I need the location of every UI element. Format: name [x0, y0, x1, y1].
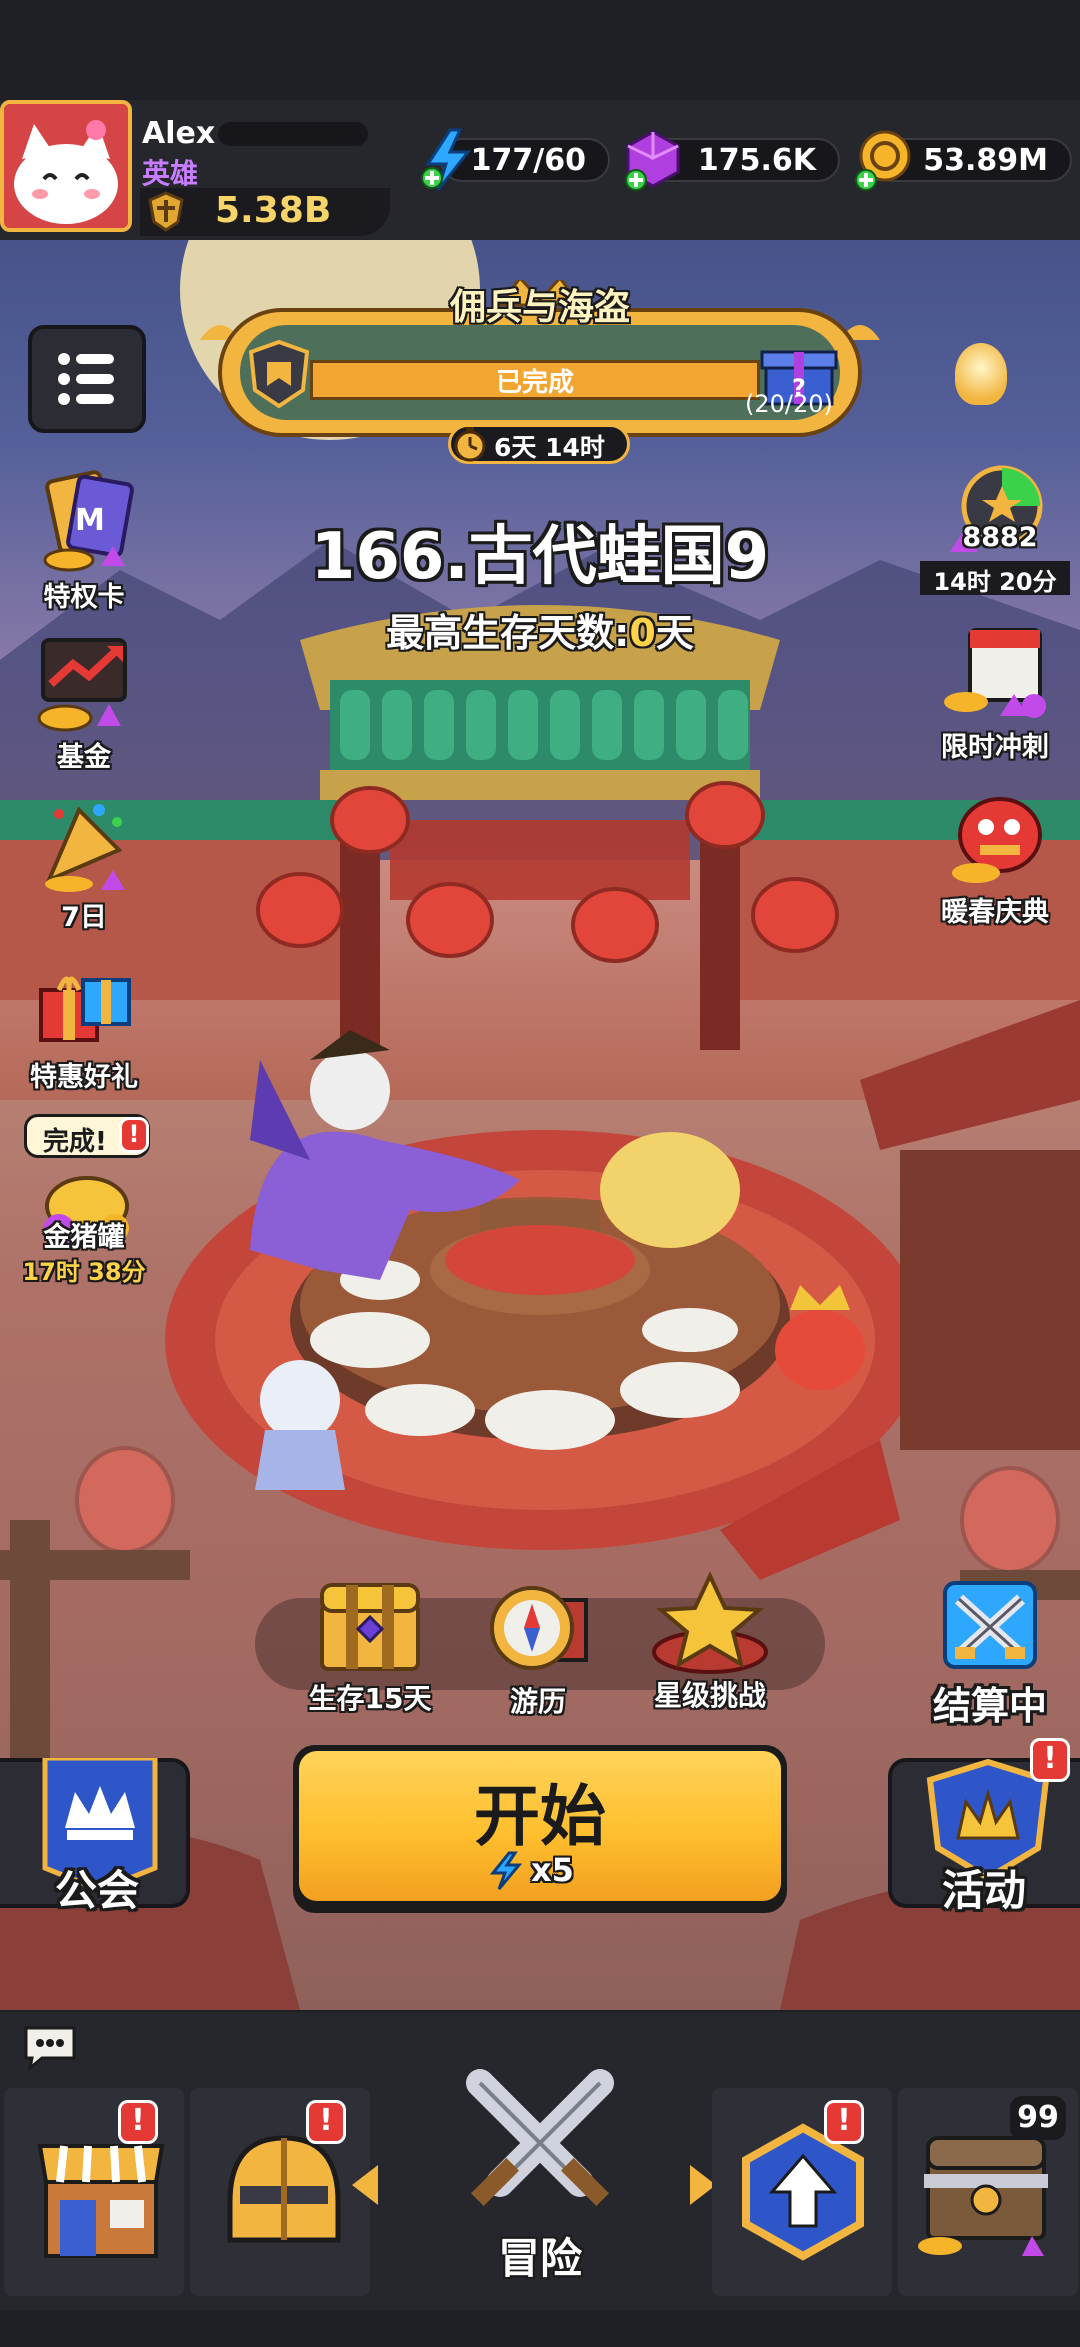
privilege-card-icon: M [43, 470, 134, 572]
player-avatar[interactable] [0, 100, 132, 232]
nav-shop[interactable]: ! [4, 2088, 184, 2296]
settlement-label: 结算中 [932, 1684, 1047, 1728]
event-title: 佣兵与海盗 [449, 287, 630, 328]
travel-button[interactable]: 游历 [468, 1578, 608, 1720]
fund-label: 基金 [57, 742, 111, 773]
player-name-bar [218, 122, 368, 146]
upgrade-alert-badge: ! [824, 2100, 864, 2144]
event-timer: 6天 14时 [494, 433, 605, 462]
gem-icon [622, 128, 684, 192]
chest-count: 99 [1017, 2100, 1059, 2135]
activity-alert-badge: ! [1030, 1738, 1070, 1782]
stage-title: 166.古代蛙国9 [310, 520, 770, 594]
event-shield-icon [245, 338, 313, 410]
special-gift-label: 特惠好礼 [30, 1062, 138, 1093]
event-progress-count: (20/20) [745, 390, 833, 418]
chat-bubble-icon[interactable] [20, 2022, 80, 2072]
seven-day-button[interactable]: 7日 [14, 790, 154, 934]
privilege-card-button[interactable]: M 特权卡 [14, 470, 154, 614]
adventure-label: 冒险 [497, 2234, 582, 2283]
shop-alert-badge: ! [118, 2100, 158, 2144]
privilege-card-label: 特权卡 [43, 582, 125, 613]
power-value: 5.38B [215, 190, 332, 231]
energy-icon [420, 128, 476, 192]
power-icon [145, 190, 187, 232]
equipment-alert-badge: ! [306, 2100, 346, 2144]
stopwatch-icon [450, 424, 490, 464]
nav-upgrade[interactable]: ! [712, 2088, 892, 2296]
reward-count: 8882 [962, 522, 1038, 553]
event-status: 已完成 [495, 368, 574, 398]
spring-festival-label: 暖春庆典 [941, 897, 1049, 928]
complete-bubble: 完成! ! [24, 1114, 150, 1158]
list-menu-icon [58, 353, 114, 405]
limited-sprint-button[interactable]: 限时冲刺 [925, 620, 1065, 764]
fund-button[interactable]: 基金 [14, 630, 154, 774]
spring-festival-button[interactable]: 暖春庆典 [925, 785, 1065, 929]
treasure-chest-icon [320, 1583, 420, 1671]
nav-equipment[interactable]: ! [190, 2088, 370, 2296]
reward-timer: 14时 20分 [933, 568, 1057, 596]
star-challenge-label: 星级挑战 [653, 1679, 766, 1712]
best-survival: 最高生存天数:0天 [0, 602, 1080, 657]
special-gift-button[interactable]: 特惠好礼 [14, 950, 154, 1094]
survive-days-button[interactable]: 生存15天 [300, 1575, 440, 1717]
calendar-icon [944, 628, 1046, 718]
adventure-swords-icon [466, 2069, 614, 2207]
compass-icon [490, 1586, 588, 1670]
gift-box-icon [39, 976, 131, 1042]
seven-day-label: 7日 [61, 902, 107, 933]
player-name: Alex [142, 116, 216, 151]
settlement-button[interactable]: 结算中 [915, 1575, 1065, 1730]
activity-label: 活动 [942, 1866, 1027, 1915]
sky-lantern-icon [955, 343, 1007, 405]
piggy-bank-timer: 17时 38分 [22, 1258, 146, 1286]
cat-avatar-icon [4, 104, 128, 228]
start-cost: x5 [531, 1851, 574, 1889]
best-survival-value: 0 [629, 611, 656, 655]
guild-button[interactable]: 公会 [0, 1758, 190, 1915]
nav-chest[interactable]: 99 [898, 2088, 1078, 2296]
treasure-vault-icon [918, 2136, 1048, 2256]
limited-sprint-label: 限时冲刺 [941, 732, 1049, 763]
crossed-swords-icon [943, 1581, 1037, 1669]
svg-text:M: M [75, 503, 105, 538]
start-label: 开始 [474, 1778, 606, 1855]
energy-value: 177/60 [470, 142, 586, 178]
travel-label: 游历 [509, 1685, 566, 1718]
gold-value: 53.89M [923, 142, 1048, 178]
fund-chart-icon [37, 638, 127, 732]
player-title: 英雄 [142, 157, 199, 190]
complete-bubble-text: 完成! [43, 1127, 107, 1157]
nav-left-arrow-icon[interactable] [352, 2165, 378, 2205]
piggy-bank-label: 金猪罐 [43, 1222, 125, 1253]
guild-label: 公会 [55, 1866, 140, 1915]
survive-days-label: 生存15天 [308, 1682, 432, 1715]
start-energy-icon [489, 1851, 523, 1891]
chest-count-badge: 99 [1010, 2096, 1066, 2140]
star-challenge-button[interactable]: 星级挑战 [640, 1570, 780, 1714]
best-survival-unit: 天 [655, 611, 694, 655]
menu-button[interactable] [28, 325, 146, 433]
best-survival-label: 最高生存天数: [386, 611, 630, 655]
party-popper-icon [45, 804, 125, 892]
start-button[interactable]: 开始 x5 [293, 1745, 787, 1913]
lion-dance-icon [952, 797, 1042, 883]
star-trophy-icon [652, 1571, 768, 1674]
gem-value: 175.6K [697, 142, 816, 178]
nav-adventure[interactable]: 冒险 [380, 2055, 700, 2310]
piggy-alert-badge: ! [119, 1117, 149, 1153]
gold-coin-icon [852, 128, 914, 192]
